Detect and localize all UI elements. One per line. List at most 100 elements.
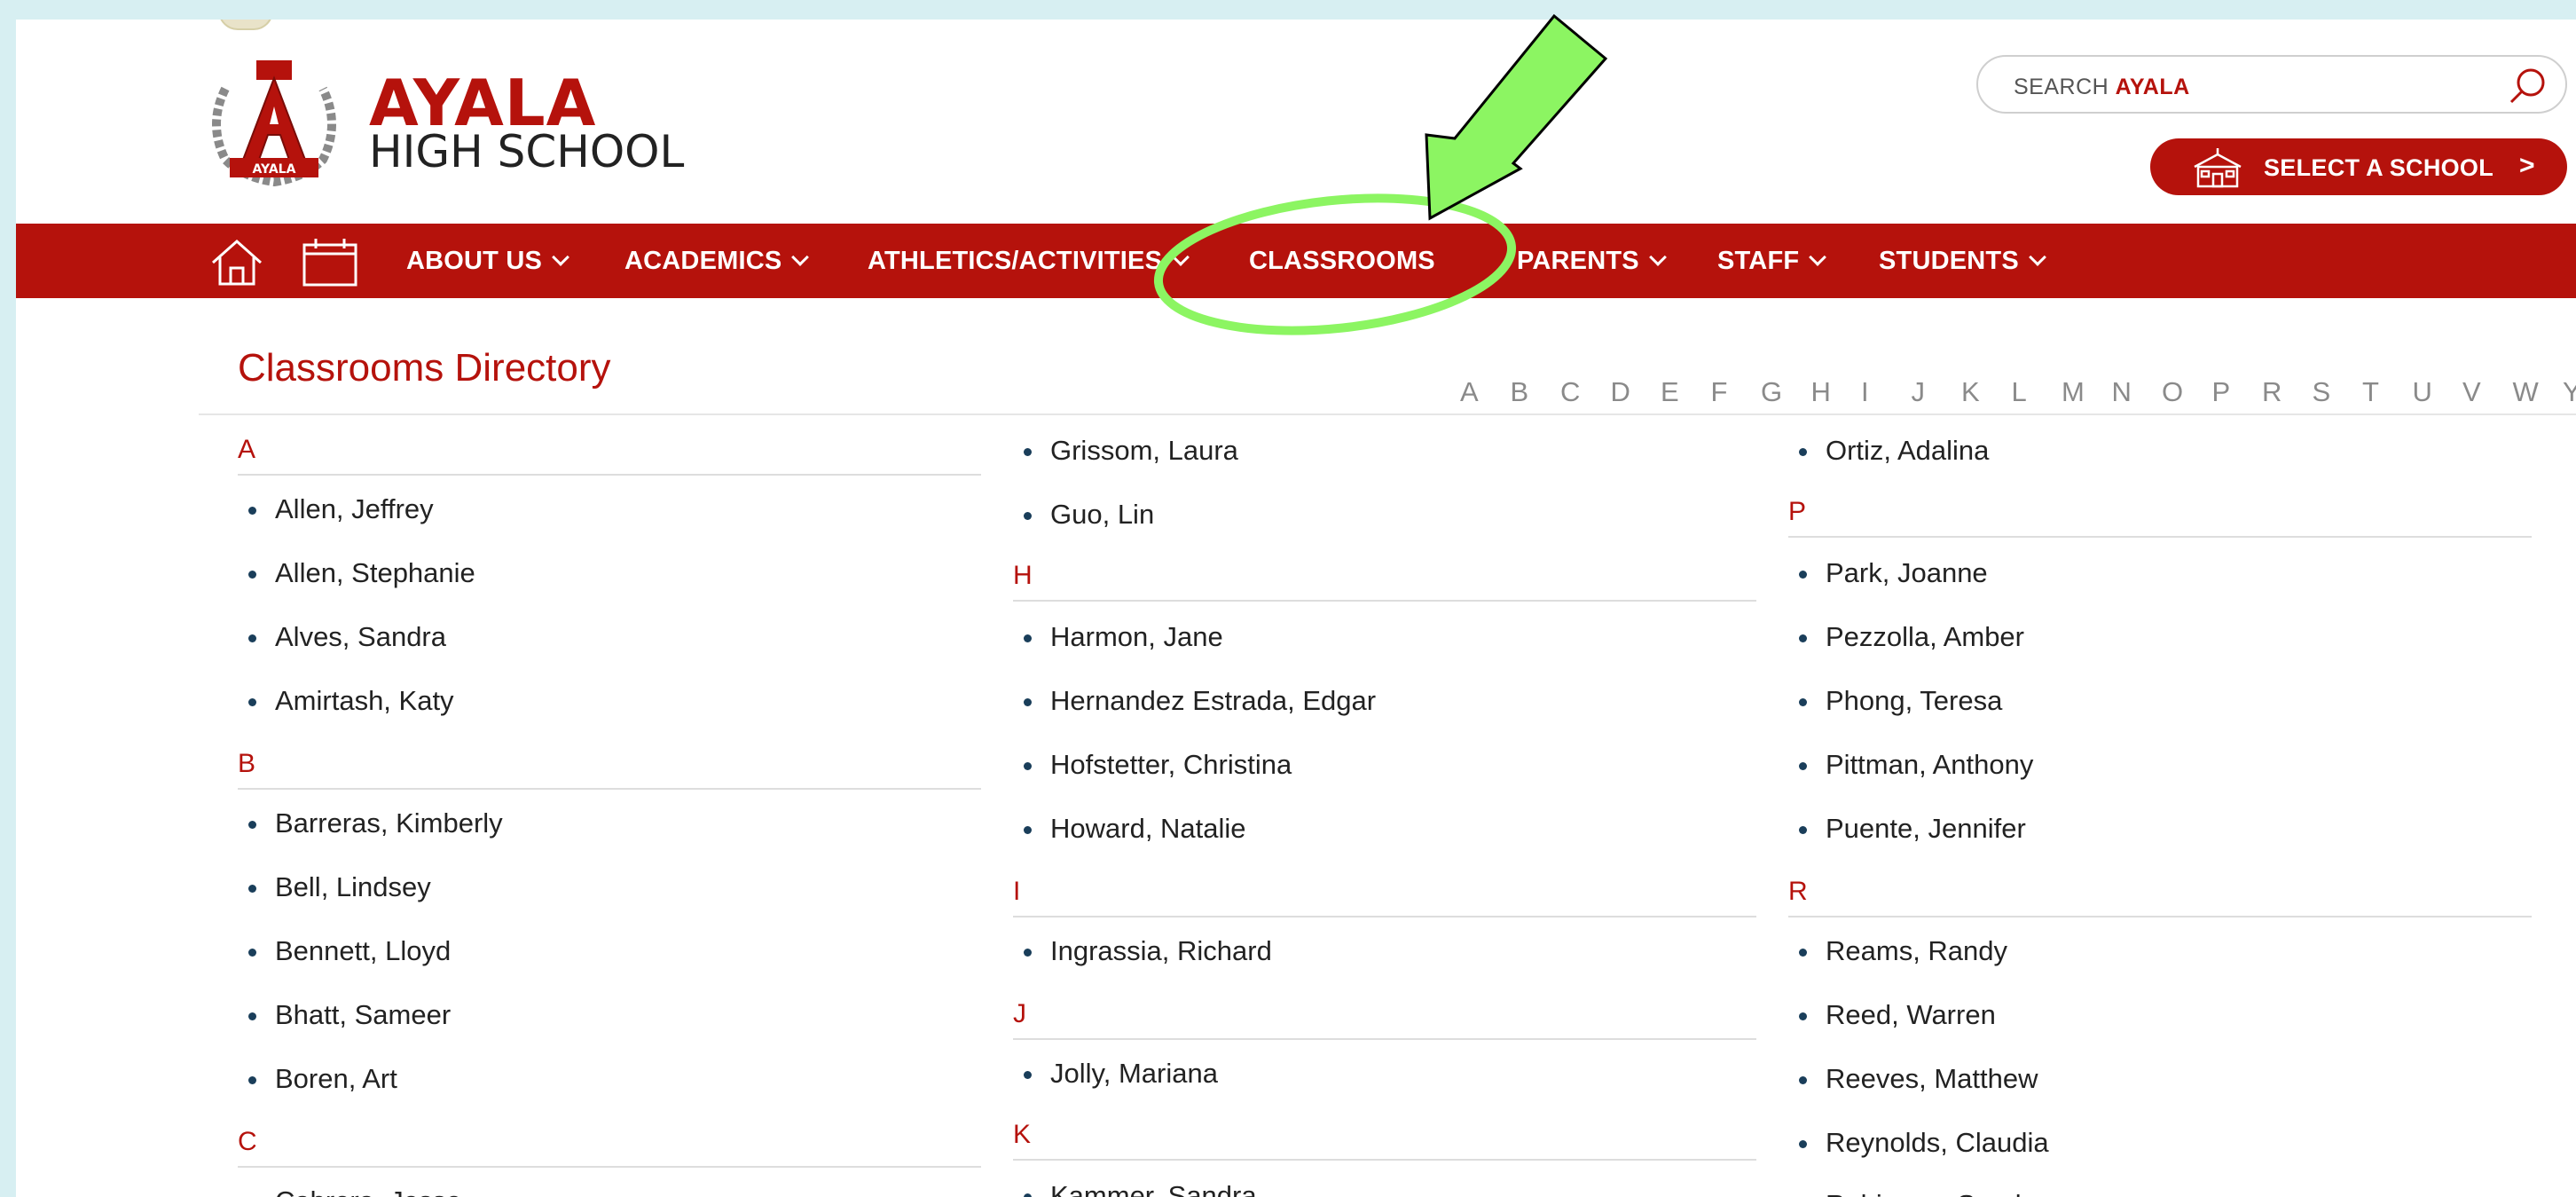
nav-students[interactable]: STUDENTS [1879,224,2046,298]
letter-heading-a: A [238,435,256,464]
alphabet-letter-link[interactable]: G [1761,376,1811,408]
select-school-button[interactable]: SELECT A SCHOOL > [2150,138,2567,195]
divider [238,788,981,790]
chevron-down-icon [2028,248,2046,266]
alphabet-letter-link[interactable]: P [2212,376,2263,408]
nav-staff[interactable]: STAFF [1717,224,1827,298]
search-icon[interactable] [2507,66,2548,106]
alphabet-letter-link[interactable]: W [2513,376,2564,408]
alphabet-letter-link[interactable]: E [1661,376,1711,408]
letter-heading-k: K [1013,1120,1032,1149]
teacher-link[interactable]: Guo, Lin [1023,499,1154,531]
alphabet-letter-link[interactable]: C [1560,376,1611,408]
chevron-down-icon [552,248,569,266]
teacher-link[interactable]: Allen, Jeffrey [248,493,434,525]
letter-heading-r: R [1788,877,1808,906]
alphabet-letter-link[interactable]: H [1811,376,1862,408]
nav-parents[interactable]: PARENTS [1517,224,1667,298]
search-input[interactable]: SEARCH AYALA [1976,55,2567,114]
teacher-link[interactable]: Barreras, Kimberly [248,807,503,839]
teacher-link[interactable]: Pittman, Anthony [1798,749,2033,781]
teacher-link[interactable]: Reeves, Matthew [1799,1063,2038,1095]
divider [238,474,981,476]
alphabet-letter-link[interactable]: D [1611,376,1661,408]
teacher-link[interactable]: Reams, Randy [1798,935,2007,967]
teacher-link[interactable]: Amirtash, Katy [248,685,454,717]
alphabet-letter-link[interactable]: I [1861,376,1912,408]
letter-heading-i: I [1013,877,1021,906]
alphabet-letter-link[interactable]: R [2262,376,2313,408]
teacher-link[interactable]: Jolly, Mariana [1024,1058,1218,1090]
school-subtitle[interactable]: HIGH SCHOOL [369,130,684,174]
teacher-link[interactable]: Bennett, Lloyd [247,935,451,967]
divider [1788,916,2532,917]
teacher-link[interactable]: Bhatt, Sameer [247,999,451,1031]
alphabet-letter-link[interactable]: N [2112,376,2163,408]
teacher-link[interactable]: Robinson, Sandra [1826,1189,2046,1197]
school-building-icon [2194,148,2242,188]
home-icon[interactable] [209,236,264,287]
logo-text: AYALA [253,162,296,177]
teacher-link[interactable]: Reed, Warren [1799,999,1996,1031]
teacher-link[interactable]: Harmon, Jane [1024,621,1223,653]
teacher-link[interactable]: Boren, Art [248,1063,397,1095]
nav-classrooms[interactable]: CLASSROOMS [1249,224,1435,298]
teacher-link[interactable]: Kammer, Sandra [1024,1180,1257,1197]
chevron-down-icon [1809,248,1827,266]
search-placeholder: SEARCH AYALA [2014,75,2190,99]
alphabet-letter-link[interactable]: F [1711,376,1762,408]
teacher-link[interactable]: Ortiz, Adalina [1798,435,1989,467]
teacher-link[interactable]: Pezzolla, Amber [1799,621,2024,653]
divider [1013,600,1756,602]
teacher-link[interactable]: Cabrera, Jesse [275,1185,461,1197]
alphabet-letter-link[interactable]: L [2012,376,2062,408]
alphabet-letter-link[interactable]: B [1511,376,1561,408]
nav-athletics[interactable]: ATHLETICS/ACTIVITIES [868,224,1190,298]
nav-about-us[interactable]: ABOUT US [406,224,569,298]
teacher-link[interactable]: Phong, Teresa [1798,685,2002,717]
teacher-link[interactable]: Allen, Stephanie [248,557,475,589]
chevron-down-icon [1172,248,1190,266]
divider [1013,916,1756,917]
school-logo[interactable]: AYALA [199,53,349,195]
letter-heading-b: B [238,749,256,778]
divider [1788,536,2532,538]
teacher-link[interactable]: Hofstetter, Christina [1023,749,1292,781]
nav-academics[interactable]: ACADEMICS [624,224,810,298]
alphabet-letter-link[interactable]: M [2062,376,2112,408]
page-frame: AYALA AYALA HIGH SCHOOL SEARCH AYALA SEL… [16,20,2576,1197]
title-divider [199,413,2576,415]
teacher-link[interactable]: Ingrassia, Richard [1024,935,1272,967]
alphabet-letter-link[interactable]: K [1961,376,2012,408]
alphabet-letter-link[interactable]: J [1912,376,1962,408]
alphabet-letter-link[interactable]: O [2162,376,2212,408]
chevron-down-icon [791,248,810,266]
teacher-link[interactable]: Alves, Sandra [248,621,446,653]
alphabet-letter-link[interactable]: V [2462,376,2513,408]
letter-heading-j: J [1013,999,1026,1028]
teacher-link[interactable]: Bell, Lindsey [248,871,431,903]
divider [1013,1159,1756,1161]
main-nav: ABOUT US ACADEMICS ATHLETICS/ACTIVITIES … [16,224,2576,298]
divider [238,1166,981,1168]
letter-heading-h: H [1013,561,1033,590]
teacher-link[interactable]: Reynolds, Claudia [1799,1127,2049,1159]
alphabet-letter-link[interactable]: U [2413,376,2463,408]
select-school-label: SELECT A SCHOOL [2264,154,2494,181]
teacher-link[interactable]: Puente, Jennifer [1799,813,2026,845]
teacher-link[interactable]: Park, Joanne [1799,557,1988,589]
teacher-link[interactable]: Hernandez Estrada, Edgar [1023,685,1376,717]
teacher-link[interactable]: Howard, Natalie [1024,813,1246,845]
page-title: Classrooms Directory [238,346,611,390]
calendar-icon[interactable] [302,236,358,287]
alphabet-letter-link[interactable]: A [1460,376,1511,408]
divider [1013,1038,1756,1040]
chevron-down-icon [1648,248,1667,266]
alphabet-letter-link[interactable]: S [2313,376,2363,408]
letter-heading-c: C [238,1127,257,1156]
teacher-link[interactable]: Grissom, Laura [1024,435,1238,467]
alphabet-letter-link[interactable]: Y [2563,376,2576,408]
letter-heading-p: P [1788,497,1807,526]
alphabet-letter-link[interactable]: T [2362,376,2413,408]
chevron-right-icon: > [2519,151,2535,180]
